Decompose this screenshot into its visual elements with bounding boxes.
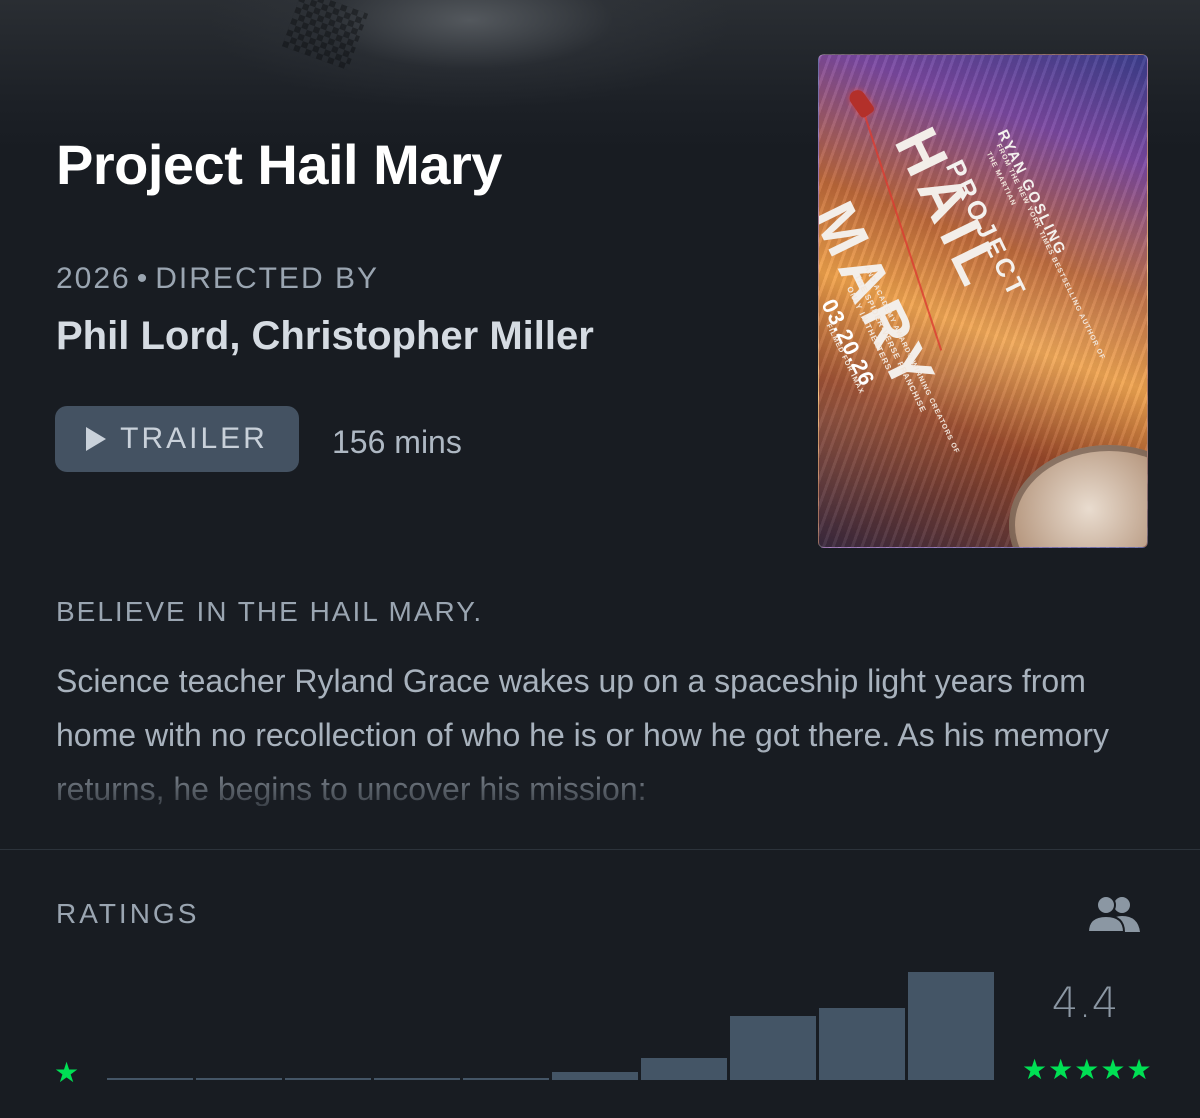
- low-rating-star-icon: ★: [54, 1057, 80, 1088]
- histogram-bar-4.5[interactable]: [819, 1008, 905, 1080]
- trailer-label: TRAILER: [120, 422, 268, 455]
- high-rating-stars: ★ ★ ★ ★ ★: [1022, 1054, 1152, 1086]
- histogram-bar-1.5[interactable]: [285, 1078, 371, 1080]
- film-poster[interactable]: RYAN GOSLING FROM THE NEW YORK TIMES BES…: [818, 54, 1148, 548]
- poster-spaceship: [1009, 445, 1147, 547]
- directed-by-label: DIRECTED BY: [155, 262, 379, 295]
- trailer-button[interactable]: TRAILER: [55, 406, 299, 472]
- runtime: 156 mins: [332, 424, 462, 460]
- directors-link[interactable]: Phil Lord, Christopher Miller: [56, 314, 594, 359]
- film-title: Project Hail Mary: [56, 133, 502, 196]
- histogram-bar-2[interactable]: [374, 1078, 460, 1080]
- histogram-bar-1[interactable]: [196, 1078, 282, 1080]
- histogram-bar-3.5[interactable]: [641, 1058, 727, 1080]
- histogram-bar-5[interactable]: [908, 972, 994, 1080]
- histogram-bar-2.5[interactable]: [463, 1078, 549, 1080]
- rating-star-icon: ★: [1126, 1054, 1152, 1085]
- section-divider: [0, 849, 1200, 850]
- histogram-bar-3[interactable]: [552, 1072, 638, 1080]
- histogram-bar-4[interactable]: [730, 1016, 816, 1080]
- film-synopsis[interactable]: Science teacher Ryland Grace wakes up on…: [56, 654, 1156, 806]
- rating-star-icon: ★: [1074, 1054, 1100, 1085]
- histogram-bar-0.5[interactable]: [107, 1078, 193, 1080]
- film-tagline: BELIEVE IN THE HAIL MARY.: [56, 596, 484, 627]
- separator-dot: •: [136, 262, 150, 295]
- release-year[interactable]: 2026: [56, 262, 131, 295]
- play-icon: [86, 427, 107, 451]
- rating-star-icon: ★: [1022, 1054, 1048, 1085]
- film-meta: 2026 • DIRECTED BY: [56, 262, 379, 296]
- people-icon[interactable]: [1086, 894, 1142, 934]
- poster-astronaut: [846, 86, 876, 120]
- rating-star-icon: ★: [1048, 1054, 1074, 1085]
- average-rating[interactable]: 4.4: [1050, 978, 1120, 1027]
- rating-star-icon: ★: [1100, 1054, 1126, 1085]
- ratings-heading: RATINGS: [56, 898, 200, 929]
